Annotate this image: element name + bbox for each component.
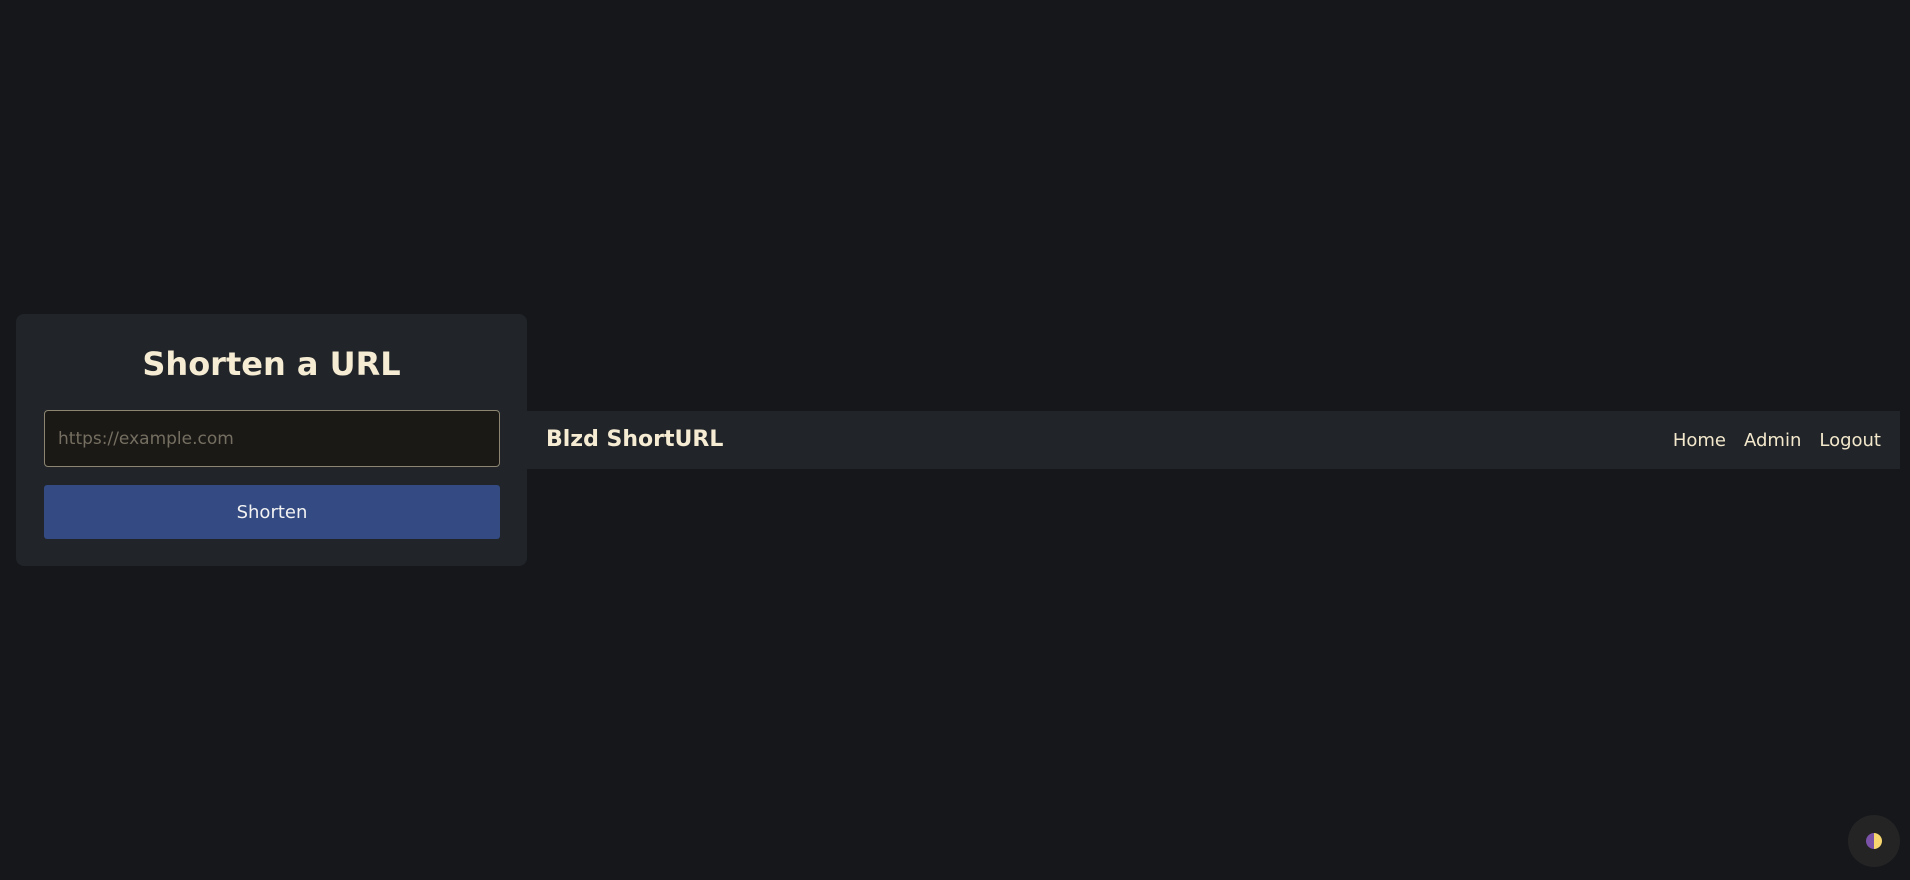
theme-toggle-button[interactable] [1848,815,1900,867]
navbar: Blzd ShortURL Home Admin Logout [527,411,1900,469]
nav-link-logout[interactable]: Logout [1819,430,1881,451]
half-moon-theme-icon [1866,833,1882,849]
nav-link-admin[interactable]: Admin [1744,430,1801,451]
shorten-button[interactable]: Shorten [44,485,500,539]
nav-link-home[interactable]: Home [1673,430,1726,451]
card-title: Shorten a URL [142,345,401,383]
url-input[interactable] [44,410,500,467]
brand-link[interactable]: Blzd ShortURL [546,411,723,469]
nav-links: Home Admin Logout [1673,411,1881,469]
shorten-url-card: Shorten a URL Shorten [16,314,527,566]
